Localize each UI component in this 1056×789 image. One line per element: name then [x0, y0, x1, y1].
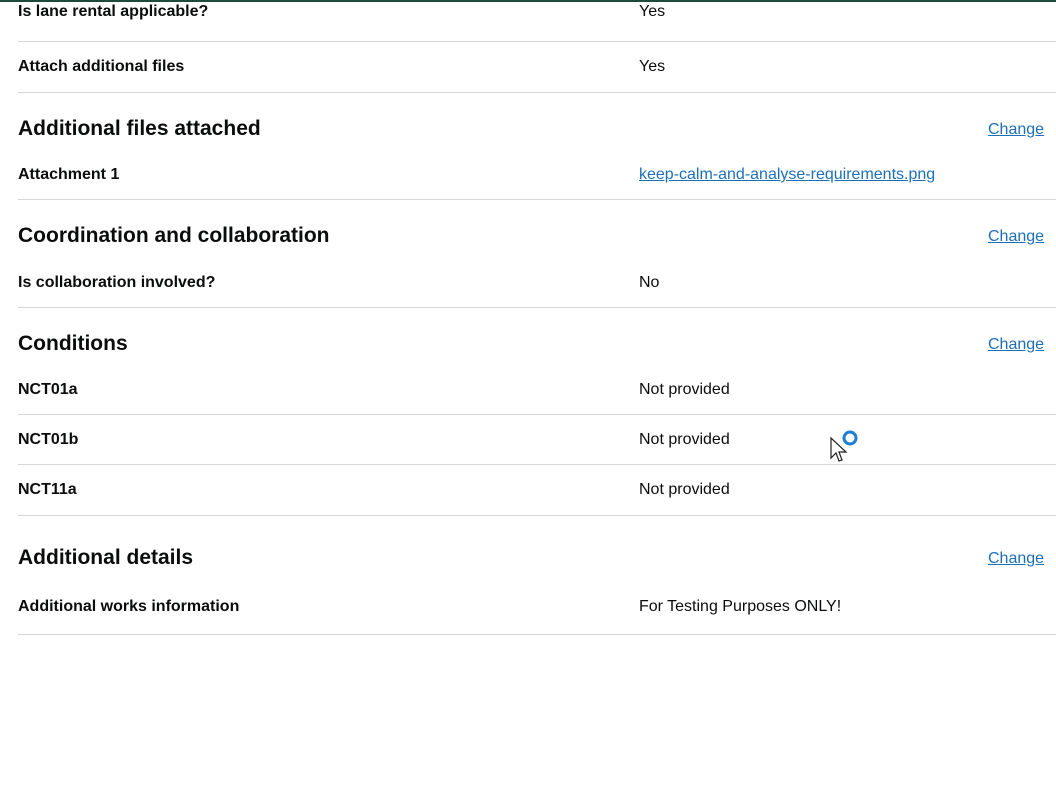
summary-value: No: [639, 273, 660, 291]
page: Is lane rental applicable? Yes Attach ad…: [0, 0, 1056, 789]
section-title: Conditions: [18, 332, 128, 355]
change-link-additional-details[interactable]: Change: [988, 550, 1056, 568]
summary-key: Is collaboration involved?: [18, 273, 216, 291]
change-link-conditions[interactable]: Change: [988, 336, 1056, 354]
summary-value: Yes: [639, 3, 666, 20]
summary-row-nct01b: NCT01b Not provided: [18, 415, 1056, 465]
summary-key: Is lane rental applicable?: [18, 3, 209, 20]
section-title: Additional details: [18, 546, 194, 569]
change-link-coordination[interactable]: Change: [988, 228, 1056, 246]
summary-row-attachment-1: Attachment 1 keep-calm-and-analyse-requi…: [18, 151, 1056, 200]
summary-value: Yes: [639, 58, 666, 75]
section-heading-additional-files: Additional files attached Change: [18, 93, 1056, 151]
summary-value: Not provided: [639, 381, 730, 398]
section-title: Additional files attached: [18, 117, 261, 140]
summary-content: Is lane rental applicable? Yes Attach ad…: [18, 0, 1056, 635]
summary-key: NCT11a: [18, 481, 77, 498]
summary-key: Attach additional files: [18, 58, 185, 75]
summary-row-lane-rental: Is lane rental applicable? Yes: [18, 0, 1056, 42]
section-heading-additional-details: Additional details Change: [18, 516, 1056, 580]
section-title: Coordination and collaboration: [18, 224, 330, 247]
summary-key: NCT01b: [18, 430, 79, 448]
summary-key: Attachment 1: [18, 166, 120, 183]
summary-row-nct01a: NCT01a Not provided: [18, 366, 1056, 415]
section-heading-conditions: Conditions Change: [18, 308, 1056, 366]
summary-row-additional-works: Additional works information For Testing…: [18, 580, 1056, 635]
summary-key: Additional works information: [18, 598, 240, 615]
summary-value: keep-calm-and-analyse-requirements.png: [639, 166, 935, 184]
busy-pointer-icon: [829, 428, 869, 468]
summary-value: Not provided: [639, 430, 730, 448]
summary-value: For Testing Purposes ONLY!: [639, 598, 842, 615]
change-link-additional-files[interactable]: Change: [988, 121, 1056, 139]
section-heading-coordination: Coordination and collaboration Change: [18, 200, 1056, 258]
summary-value: Not provided: [639, 481, 730, 498]
summary-key: NCT01a: [18, 381, 78, 398]
attachment-link[interactable]: keep-calm-and-analyse-requirements.png: [639, 166, 935, 183]
summary-row-collaboration: Is collaboration involved? No: [18, 258, 1056, 308]
summary-row-attach-files: Attach additional files Yes: [18, 42, 1056, 93]
summary-row-nct11a: NCT11a Not provided: [18, 465, 1056, 516]
